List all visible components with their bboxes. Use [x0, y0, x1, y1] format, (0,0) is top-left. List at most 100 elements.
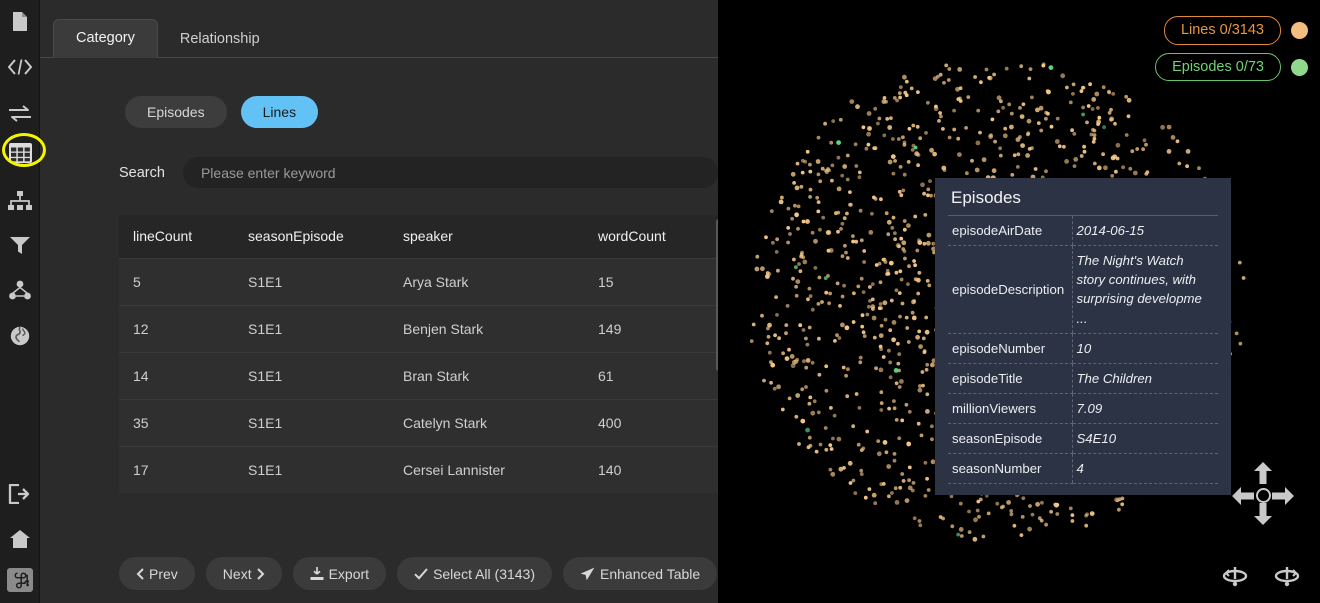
- cell-linecount: 35: [119, 399, 234, 447]
- tooltip-value-seasonnumber: 4: [1071, 453, 1218, 485]
- tooltip-value-episodenumber: 10: [1071, 333, 1218, 364]
- table-row[interactable]: 12 S1E1 Benjen Stark 149: [119, 305, 720, 353]
- pan-left-arrow[interactable]: [1232, 486, 1254, 511]
- cell-seasonepisode: S1E1: [234, 305, 389, 353]
- prev-button-label: Prev: [149, 565, 178, 582]
- filter-icon: [10, 236, 30, 256]
- legend-badge-lines[interactable]: Lines 0/3143: [1163, 16, 1281, 45]
- cell-seasonepisode: S1E1: [234, 352, 389, 400]
- cell-linecount: 12: [119, 305, 234, 353]
- cell-seasonepisode: S1E1: [234, 399, 389, 447]
- data-table: lineCount seasonEpisode speaker wordCoun…: [119, 215, 720, 493]
- sidebar-item-exchange[interactable]: [0, 96, 40, 130]
- pan-down-arrow[interactable]: [1253, 503, 1273, 530]
- document-icon: [11, 11, 29, 32]
- sidebar-item-globe[interactable]: [0, 319, 40, 353]
- rotate-control-pad: [1222, 564, 1300, 593]
- tooltip-field-row: seasonEpisode S4E10: [948, 423, 1218, 455]
- sidebar-item-home[interactable]: [0, 522, 40, 556]
- category-pill-group: Episodes Lines: [40, 58, 718, 128]
- tooltip-key-millionviewers: millionViewers: [948, 393, 1072, 425]
- recenter-button[interactable]: [1256, 488, 1271, 503]
- legend-dot-episodes[interactable]: [1291, 58, 1308, 76]
- rotate-right-button[interactable]: [1274, 564, 1300, 593]
- node-tooltip: Episodes episodeAirDate 2014-06-15 episo…: [935, 178, 1231, 496]
- exchange-icon: [8, 104, 32, 122]
- cell-wordcount: 15: [584, 258, 720, 306]
- tooltip-key-seasonepisode: seasonEpisode: [948, 423, 1072, 455]
- select-all-button[interactable]: Select All (3143): [397, 557, 553, 590]
- network-icon: [9, 280, 31, 300]
- command-icon: [12, 571, 29, 589]
- enhanced-table-button[interactable]: Enhanced Table: [563, 557, 718, 590]
- legend-dot-lines[interactable]: [1291, 21, 1308, 39]
- pan-control-pad: [1232, 462, 1294, 530]
- tooltip-value-seasonepisode: S4E10: [1071, 423, 1218, 455]
- export-button-label: Export: [328, 565, 370, 582]
- tooltip-field-row: episodeDescription The Night's Watch sto…: [948, 245, 1218, 334]
- tooltip-value-episodeairdate: 2014-06-15: [1071, 216, 1218, 247]
- table-row[interactable]: 5 S1E1 Arya Stark 15: [119, 258, 720, 306]
- tooltip-field-row: millionViewers 7.09: [948, 393, 1218, 425]
- legend-badge-episodes[interactable]: Episodes 0/73: [1155, 52, 1281, 82]
- cell-wordcount: 149: [584, 305, 720, 353]
- chevron-left-icon: [136, 567, 144, 580]
- graph-canvas-area[interactable]: Lines 0/3143 Episodes 0/73 Episodes epis…: [718, 0, 1320, 603]
- logout-icon: [8, 484, 32, 504]
- column-header-linecount[interactable]: lineCount: [119, 215, 234, 259]
- next-button-label: Next: [222, 565, 252, 582]
- tooltip-field-row: episodeNumber 10: [948, 333, 1218, 364]
- pan-right-arrow[interactable]: [1272, 486, 1294, 511]
- check-icon: [414, 567, 428, 580]
- column-header-seasonepisode[interactable]: seasonEpisode: [234, 215, 389, 259]
- tooltip-key-episodedescription: episodeDescription: [948, 245, 1072, 334]
- pan-up-arrow[interactable]: [1253, 462, 1273, 489]
- cell-wordcount: 140: [584, 446, 720, 493]
- tab-category[interactable]: Category: [53, 18, 158, 58]
- cell-speaker: Benjen Stark: [389, 305, 584, 353]
- sidebar-item-logout[interactable]: [0, 477, 40, 511]
- table-header-row: lineCount seasonEpisode speaker wordCoun…: [119, 215, 720, 259]
- pill-lines[interactable]: Lines: [240, 96, 319, 128]
- export-button[interactable]: Export: [292, 557, 387, 590]
- rotate-left-button[interactable]: [1222, 564, 1248, 593]
- tooltip-value-millionviewers: 7.09: [1071, 393, 1218, 425]
- tooltip-field-row: seasonNumber 4: [948, 453, 1218, 485]
- sidebar-item-document[interactable]: [0, 4, 40, 38]
- tab-relationship[interactable]: Relationship: [158, 21, 282, 59]
- search-row: Search: [40, 128, 718, 188]
- cell-linecount: 5: [119, 258, 234, 306]
- table-row[interactable]: 14 S1E1 Bran Stark 61: [119, 352, 720, 400]
- next-button[interactable]: Next: [205, 557, 282, 590]
- cell-speaker: Bran Stark: [389, 352, 584, 400]
- tooltip-key-episodenumber: episodeNumber: [948, 333, 1072, 364]
- cell-speaker: Catelyn Stark: [389, 399, 584, 447]
- sidebar-item-code[interactable]: [0, 50, 40, 84]
- tooltip-title: Episodes: [948, 187, 1218, 216]
- cell-speaker: Arya Stark: [389, 258, 584, 306]
- sidebar-item-table[interactable]: [0, 136, 40, 170]
- sidebar-item-filter[interactable]: [0, 229, 40, 263]
- column-header-speaker[interactable]: speaker: [389, 215, 584, 259]
- tooltip-fields-table: episodeAirDate 2014-06-15 episodeDescrip…: [948, 216, 1218, 485]
- cell-wordcount: 400: [584, 399, 720, 447]
- left-panel: Category Relationship Episodes Lines Sea…: [40, 0, 721, 603]
- app-root: Category Relationship Episodes Lines Sea…: [0, 0, 1320, 603]
- table-row[interactable]: 17 S1E1 Cersei Lannister 140: [119, 446, 720, 493]
- table-row[interactable]: 35 S1E1 Catelyn Stark 400: [119, 399, 720, 447]
- sidebar-item-hierarchy[interactable]: [0, 184, 40, 218]
- tooltip-field-row: episodeAirDate 2014-06-15: [948, 216, 1218, 247]
- hierarchy-icon: [8, 191, 32, 211]
- tooltip-value-episodedescription: The Night's Watch story continues, with …: [1071, 245, 1218, 334]
- tooltip-key-episodeairdate: episodeAirDate: [948, 216, 1072, 247]
- table-body: 5 S1E1 Arya Stark 15 12 S1E1 Benjen Star…: [119, 258, 720, 493]
- sidebar-item-network[interactable]: [0, 273, 40, 307]
- column-header-wordcount[interactable]: wordCount: [584, 215, 720, 259]
- cell-linecount: 17: [119, 446, 234, 493]
- pill-episodes[interactable]: Episodes: [125, 96, 227, 128]
- sidebar-item-command[interactable]: [7, 568, 33, 592]
- prev-button[interactable]: Prev: [119, 557, 195, 590]
- cell-wordcount: 61: [584, 352, 720, 400]
- search-input[interactable]: [182, 157, 718, 188]
- send-icon: [580, 567, 595, 581]
